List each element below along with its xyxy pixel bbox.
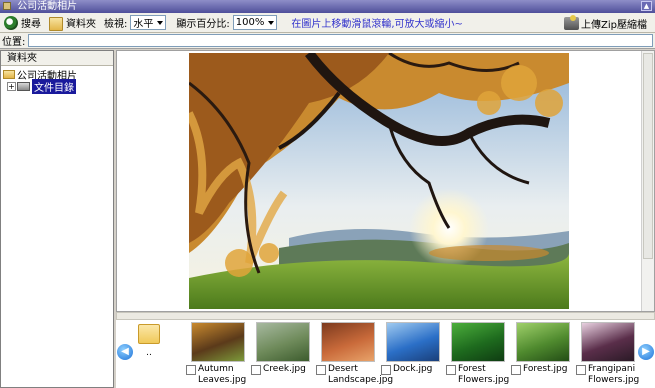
view-select-value: 水平 bbox=[133, 19, 154, 30]
thumbnail-checkbox[interactable] bbox=[381, 365, 391, 375]
parent-folder-label: .. bbox=[146, 348, 152, 358]
thumbnail-item[interactable]: Forest Flowers.jpg bbox=[446, 322, 510, 386]
search-button[interactable]: 搜尋 bbox=[4, 15, 41, 30]
chevron-down-icon bbox=[157, 20, 164, 25]
preview-image bbox=[189, 53, 569, 309]
tree-node-documents[interactable]: + 文件目錄 bbox=[3, 78, 113, 94]
thumbnail-filename: Forest.jpg bbox=[523, 364, 568, 374]
upload-zip-label: 上傳Zip壓縮檔 bbox=[581, 20, 647, 31]
thumbnail-item[interactable]: Autumn Leaves.jpg bbox=[186, 322, 248, 386]
thumbnail-item[interactable]: Dock.jpg bbox=[381, 322, 443, 375]
thumbnail-checkbox[interactable] bbox=[576, 365, 586, 375]
computer-icon bbox=[17, 81, 30, 91]
thumbnail-caption: Desert Landscape.jpg bbox=[316, 364, 393, 386]
scroll-right-button[interactable]: ▶ bbox=[638, 344, 654, 360]
search-button-label: 搜尋 bbox=[21, 19, 41, 30]
thumbnail-image[interactable] bbox=[451, 322, 505, 362]
folders-button[interactable]: 資料夾 bbox=[49, 15, 96, 31]
thumbnail-checkbox[interactable] bbox=[446, 365, 456, 375]
thumbnail-filename: Creek.jpg bbox=[263, 364, 306, 374]
image-viewer[interactable] bbox=[116, 50, 655, 312]
thumbnail-caption: Dock.jpg bbox=[381, 364, 443, 375]
folder-icon bbox=[49, 16, 63, 31]
tree-node-label: 文件目錄 bbox=[32, 78, 76, 94]
search-icon bbox=[4, 15, 18, 30]
folder-pane-header: 資料夾 bbox=[1, 51, 113, 66]
zoom-label: 顯示百分比: bbox=[176, 19, 230, 30]
folder-tree: 公司活動相片 + 文件目錄 bbox=[1, 66, 113, 94]
address-label: 位置: bbox=[2, 37, 26, 48]
thumbnail-checkbox[interactable] bbox=[316, 365, 326, 375]
thumbnail-image[interactable] bbox=[256, 322, 310, 362]
vertical-scrollbar[interactable] bbox=[641, 51, 654, 311]
thumbnail-image[interactable] bbox=[516, 322, 570, 362]
thumbnail-filename: Forest Flowers.jpg bbox=[458, 364, 510, 385]
address-bar: 位置: bbox=[0, 33, 655, 49]
thumbnail-checkbox[interactable] bbox=[511, 365, 521, 375]
thumbnail-item[interactable]: Forest.jpg bbox=[511, 322, 573, 375]
window-title: 公司活動相片 bbox=[17, 1, 78, 12]
folder-icon bbox=[138, 324, 160, 344]
thumbnail-caption: Autumn Leaves.jpg bbox=[186, 364, 248, 386]
thumbnail-filename: Dock.jpg bbox=[393, 364, 433, 374]
thumbnail-item[interactable]: Desert Landscape.jpg bbox=[316, 322, 393, 386]
toolbar: 搜尋 資料夾 檢視: 水平 顯示百分比: 100% 在圖片上移動滑鼠滾輪,可放大… bbox=[0, 13, 655, 33]
zoom-hint: 在圖片上移動滑鼠滾輪,可放大或縮小~ bbox=[291, 19, 463, 30]
thumbnail-image[interactable] bbox=[386, 322, 440, 362]
thumbnail-image[interactable] bbox=[321, 322, 375, 362]
zoom-select-value: 100% bbox=[235, 17, 265, 28]
horizontal-scrollbar[interactable] bbox=[116, 312, 655, 320]
address-input[interactable] bbox=[28, 34, 653, 47]
thumbnail-item[interactable]: Frangipani Flowers.jpg bbox=[576, 322, 640, 386]
thumbnail-checkbox[interactable] bbox=[186, 365, 196, 375]
thumbnail-image[interactable] bbox=[191, 322, 245, 362]
scrollbar-thumb[interactable] bbox=[643, 53, 653, 259]
thumbnail-strip: ◀ .. Autumn Leaves.jpg Creek.jpg Desert La… bbox=[116, 320, 655, 388]
folder-pane: 資料夾 公司活動相片 + 文件目錄 bbox=[0, 50, 114, 388]
thumbnail-image[interactable] bbox=[581, 322, 635, 362]
thumbnail-caption: Creek.jpg bbox=[251, 364, 313, 375]
view-select[interactable]: 水平 bbox=[130, 15, 167, 30]
folders-button-label: 資料夾 bbox=[66, 19, 96, 30]
thumbnail-caption: Forest.jpg bbox=[511, 364, 573, 375]
zoom-select[interactable]: 100% bbox=[232, 15, 278, 30]
thumbnail-item[interactable]: Creek.jpg bbox=[251, 322, 313, 375]
scroll-left-button[interactable]: ◀ bbox=[117, 344, 133, 360]
autumn-tree-photo bbox=[189, 53, 569, 309]
thumbnail-filename: Autumn Leaves.jpg bbox=[198, 364, 247, 385]
folder-icon bbox=[3, 2, 11, 10]
upload-zip-button[interactable]: 上傳Zip壓縮檔 bbox=[564, 15, 647, 31]
upload-icon bbox=[564, 15, 580, 30]
chevron-down-icon bbox=[268, 20, 275, 25]
thumbnail-checkbox[interactable] bbox=[251, 365, 261, 375]
expand-icon[interactable]: + bbox=[7, 81, 16, 91]
thumbnail-caption: Forest Flowers.jpg bbox=[446, 364, 510, 386]
parent-folder-item[interactable]: .. bbox=[136, 324, 162, 358]
window-titlebar: 公司活動相片 ▲ bbox=[0, 0, 655, 13]
thumbnail-filename: Frangipani Flowers.jpg bbox=[588, 364, 640, 385]
thumbnail-caption: Frangipani Flowers.jpg bbox=[576, 364, 640, 386]
view-label: 檢視: bbox=[104, 19, 128, 30]
collapse-icon[interactable]: ▲ bbox=[641, 1, 652, 11]
folder-open-icon bbox=[3, 69, 15, 79]
